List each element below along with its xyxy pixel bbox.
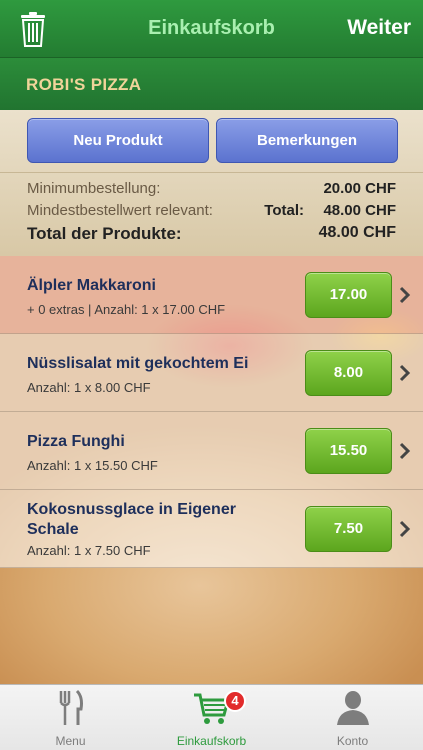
chevron-right-icon[interactable] bbox=[398, 519, 412, 539]
chevron-right-icon[interactable] bbox=[398, 285, 412, 305]
item-details: + 0 extras | Anzahl: 1 x 17.00 CHF bbox=[27, 302, 226, 317]
item-price-button[interactable]: 17.00 bbox=[305, 272, 392, 318]
order-summary: Neu Produkt Bemerkungen Minimumbestellun… bbox=[0, 110, 423, 256]
min-order-value: 20.00 CHF bbox=[323, 180, 396, 197]
cart-count-badge: 4 bbox=[224, 690, 246, 712]
min-order-row: Minimumbestellung: 20.00 CHF bbox=[27, 180, 396, 197]
chevron-right-icon[interactable] bbox=[398, 363, 412, 383]
list-item[interactable]: Pizza Funghi Anzahl: 1 x 15.50 CHF 15.50 bbox=[0, 412, 423, 490]
tab-account[interactable]: Konto bbox=[282, 685, 423, 750]
item-name: Pizza Funghi bbox=[27, 433, 125, 450]
item-details: Anzahl: 1 x 8.00 CHF bbox=[27, 380, 151, 395]
cart-list: Älpler Makkaroni + 0 extras | Anzahl: 1 … bbox=[0, 256, 423, 684]
item-price-button[interactable]: 8.00 bbox=[305, 350, 392, 396]
total-label: Total: bbox=[264, 202, 304, 219]
tab-bar: Menu 4 Einkaufskorb Konto bbox=[0, 684, 423, 750]
remarks-button[interactable]: Bemerkungen bbox=[216, 118, 398, 163]
fork-knife-icon bbox=[59, 689, 83, 725]
tab-label: Menu bbox=[55, 734, 86, 748]
products-total-label: Total der Produkte: bbox=[27, 224, 182, 243]
person-icon bbox=[336, 691, 369, 725]
tab-menu[interactable]: Menu bbox=[0, 685, 141, 750]
products-total-row: Total der Produkte: 48.00 CHF bbox=[27, 224, 396, 244]
tab-label: Einkaufskorb bbox=[176, 734, 247, 748]
item-details: Anzahl: 1 x 7.50 CHF bbox=[27, 543, 151, 558]
chevron-right-icon[interactable] bbox=[398, 441, 412, 461]
navigation-bar: Einkaufskorb Weiter bbox=[0, 0, 423, 58]
min-order-label: Minimumbestellung: bbox=[27, 180, 161, 197]
total-value: 48.00 CHF bbox=[323, 202, 396, 219]
item-price-button[interactable]: 7.50 bbox=[305, 506, 392, 552]
item-details: Anzahl: 1 x 15.50 CHF bbox=[27, 458, 158, 473]
item-name: Nüsslisalat mit gekochtem Ei bbox=[27, 355, 249, 372]
divider bbox=[0, 172, 423, 173]
next-button[interactable]: Weiter bbox=[347, 16, 411, 40]
tab-cart[interactable]: 4 Einkaufskorb bbox=[141, 685, 282, 750]
new-product-button[interactable]: Neu Produkt bbox=[27, 118, 209, 163]
item-name: Älpler Makkaroni bbox=[27, 277, 156, 294]
min-relevant-label: Mindestbestellwert relevant: bbox=[27, 202, 213, 219]
list-item[interactable]: Kokosnussglace in Eigener Schale Anzahl:… bbox=[0, 490, 423, 568]
list-item[interactable]: Älpler Makkaroni + 0 extras | Anzahl: 1 … bbox=[0, 256, 423, 334]
tab-label: Konto bbox=[336, 734, 369, 748]
item-price-button[interactable]: 15.50 bbox=[305, 428, 392, 474]
shop-name: ROBI'S PIZZA bbox=[26, 75, 142, 94]
list-item[interactable]: Nüsslisalat mit gekochtem Ei Anzahl: 1 x… bbox=[0, 334, 423, 412]
shop-bar: ROBI'S PIZZA bbox=[0, 58, 423, 110]
item-name: Kokosnussglace in Eigener Schale bbox=[27, 501, 236, 538]
products-total-value: 48.00 CHF bbox=[318, 224, 396, 241]
min-relevant-row: Mindestbestellwert relevant: Total: 48.0… bbox=[27, 202, 396, 219]
